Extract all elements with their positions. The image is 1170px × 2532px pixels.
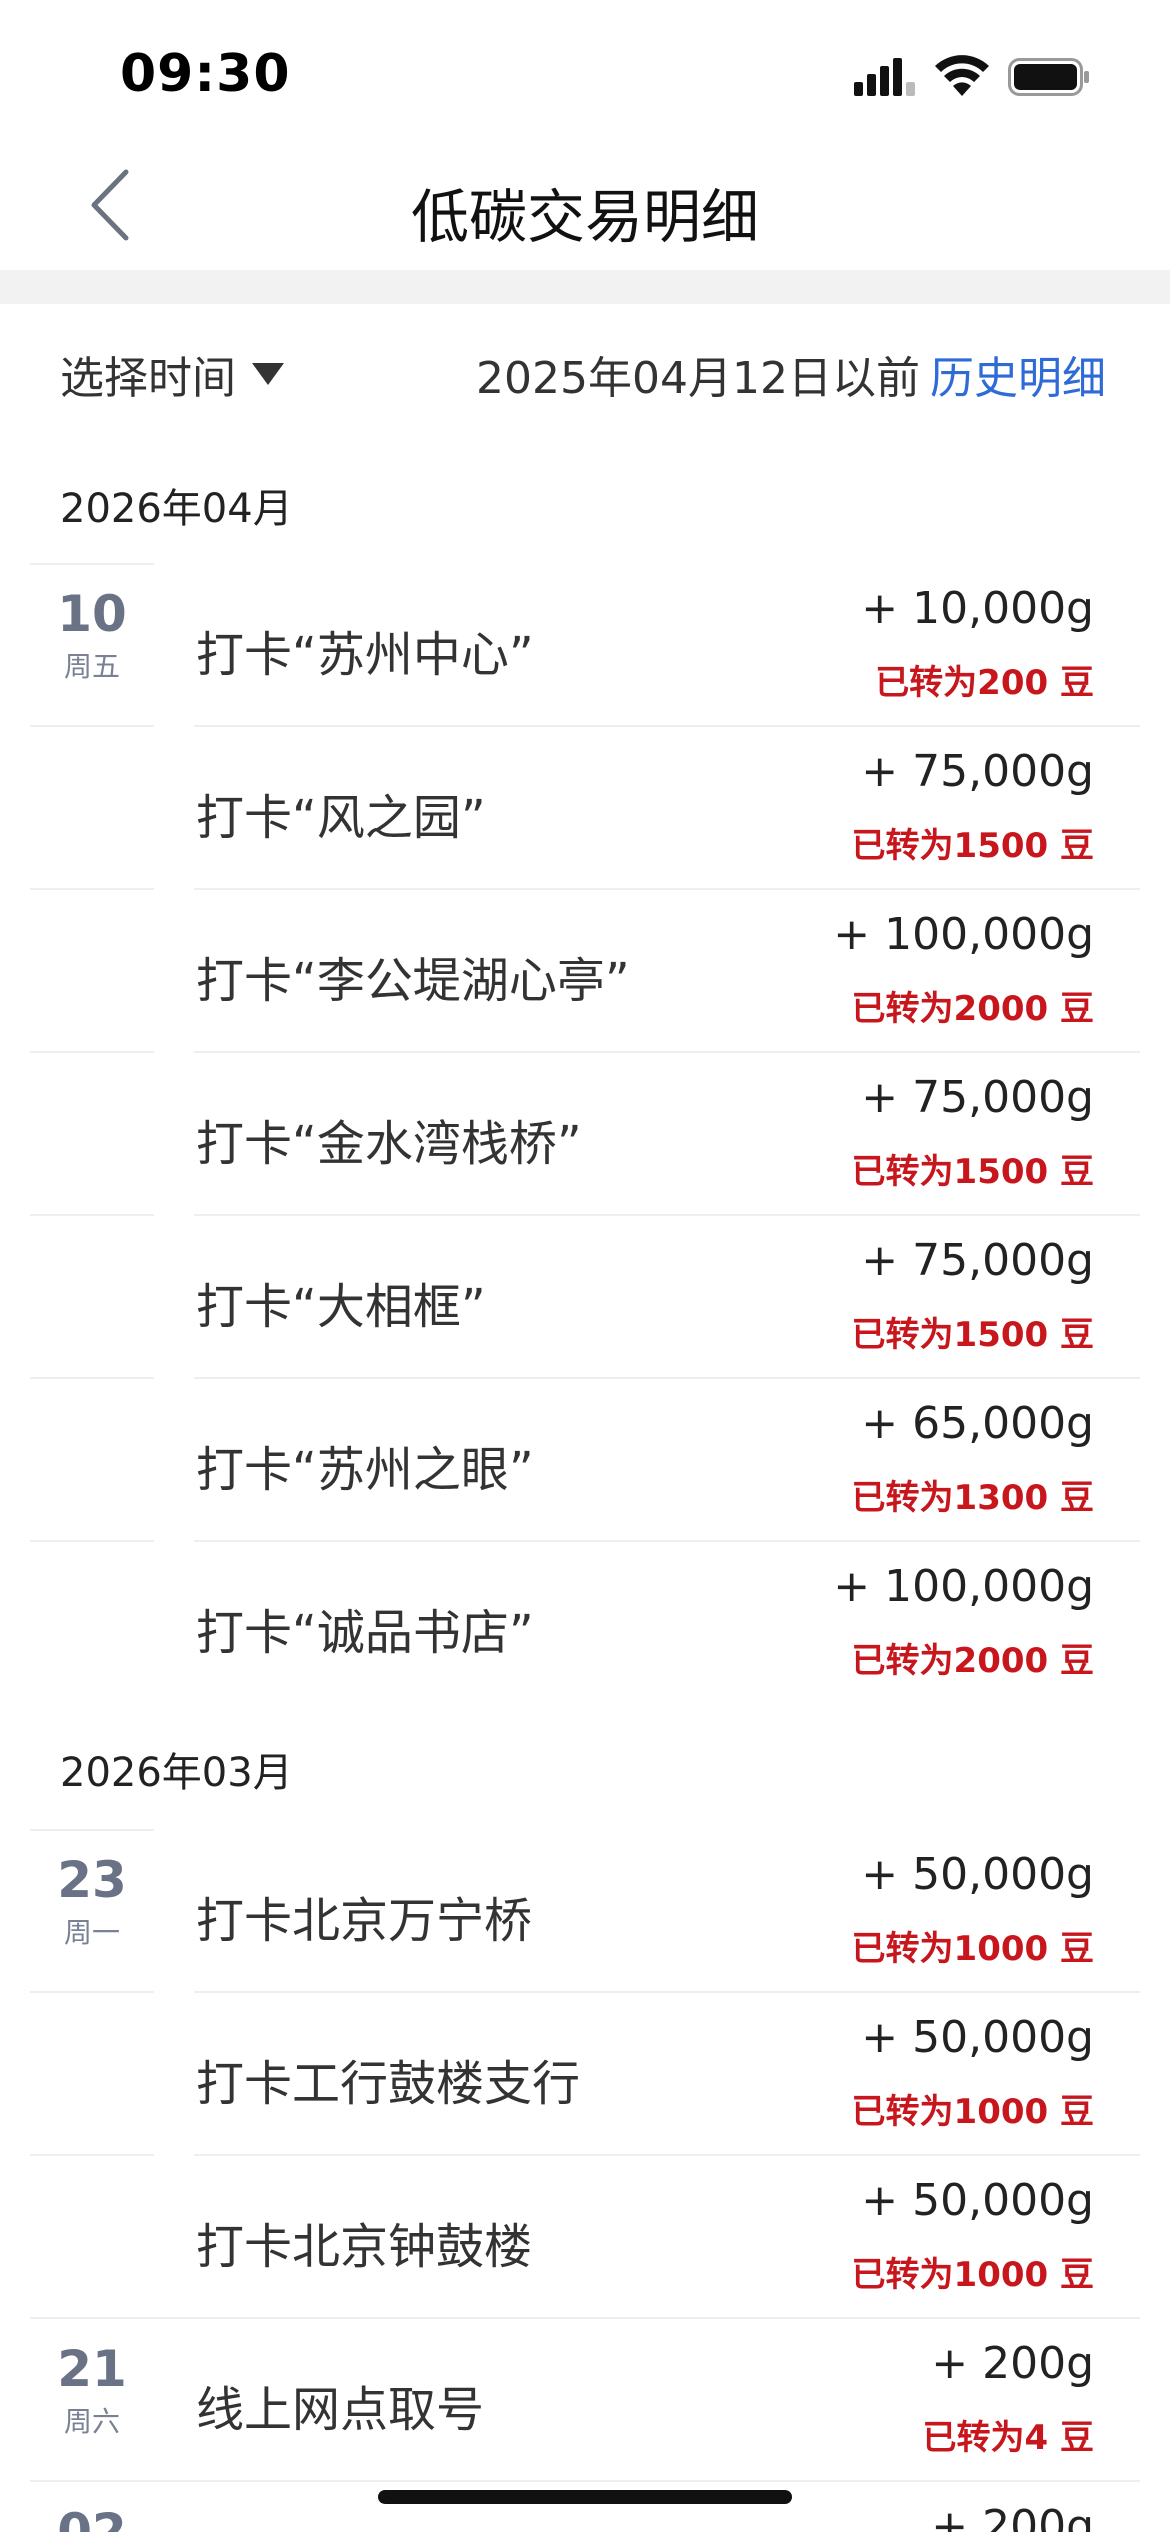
- transaction-title: 打卡工行鼓楼支行: [196, 2056, 581, 2112]
- date-column: 23 周一: [30, 1829, 154, 1991]
- transaction-amount: + 200g: [931, 2501, 1094, 2532]
- transaction-title: 打卡北京万宁桥: [196, 1893, 533, 1949]
- transaction-title: 打卡“诚品书店”: [196, 1605, 534, 1661]
- converted-beans: 已转为1000 豆: [851, 1929, 1094, 1969]
- date-column: 02: [30, 2481, 154, 2532]
- transaction-row[interactable]: 打卡“李公堤湖心亭” + 100,000g 已转为2000 豆: [0, 889, 1170, 1053]
- transaction-amount: + 100,000g: [833, 909, 1094, 960]
- status-bar: 09:30: [0, 0, 1170, 140]
- transaction-list-2026-03: 23 周一 打卡北京万宁桥 + 50,000g 已转为1000 豆 打卡工行鼓楼…: [0, 1829, 1170, 2532]
- date-column: 21 周六: [30, 2318, 154, 2480]
- transaction-list-2026-04: 10 周五 打卡“苏州中心” + 10,000g 已转为200 豆 打卡“风之园…: [0, 563, 1170, 1704]
- filter-row: 选择时间 2025年04月12日以前 历史明细: [0, 330, 1170, 410]
- converted-beans: 已转为1300 豆: [851, 1478, 1094, 1518]
- weekday-label: 周一: [63, 1916, 120, 1949]
- transaction-amount: + 65,000g: [861, 1398, 1094, 1449]
- transaction-title: 打卡“李公堤湖心亭”: [196, 953, 630, 1009]
- converted-beans: 已转为2000 豆: [851, 1641, 1094, 1681]
- converted-beans: 已转为2000 豆: [851, 989, 1094, 1029]
- transaction-amount: + 10,000g: [861, 583, 1094, 634]
- history-detail-link[interactable]: 历史明细: [930, 353, 1106, 404]
- transaction-title: 打卡“金水湾栈桥”: [196, 1116, 582, 1172]
- transaction-row[interactable]: 打卡工行鼓楼支行 + 50,000g 已转为1000 豆: [0, 1992, 1170, 2156]
- cellular-signal-icon: [854, 58, 915, 96]
- transaction-row[interactable]: 10 周五 打卡“苏州中心” + 10,000g 已转为200 豆: [0, 563, 1170, 727]
- month-header: 2026年04月: [60, 486, 293, 532]
- transaction-row[interactable]: 打卡“风之园” + 75,000g 已转为1500 豆: [0, 726, 1170, 890]
- transaction-amount: + 50,000g: [861, 2012, 1094, 2063]
- transaction-row[interactable]: 21 周六 线上网点取号 + 200g 已转为4 豆: [0, 2318, 1170, 2482]
- history-filter: 2025年04月12日以前 历史明细: [476, 342, 1106, 406]
- transaction-amount: + 75,000g: [861, 746, 1094, 797]
- converted-beans: 已转为200 豆: [875, 663, 1094, 703]
- converted-beans: 已转为1500 豆: [851, 1315, 1094, 1355]
- day-number: 10: [57, 585, 127, 643]
- converted-beans: 已转为1000 豆: [851, 2092, 1094, 2132]
- nav-bar: 低碳交易明细: [0, 140, 1170, 270]
- transaction-amount: + 100,000g: [833, 1561, 1094, 1612]
- time-select-dropdown[interactable]: 选择时间: [60, 342, 284, 406]
- transaction-amount: + 75,000g: [861, 1072, 1094, 1123]
- history-cutoff-note: 2025年04月12日以前: [476, 353, 920, 404]
- transaction-row[interactable]: 打卡“诚品书店” + 100,000g 已转为2000 豆: [0, 1541, 1170, 1704]
- transaction-row[interactable]: 打卡“苏州之眼” + 65,000g 已转为1300 豆: [0, 1378, 1170, 1542]
- converted-beans: 已转为1500 豆: [851, 826, 1094, 866]
- transaction-title: 线上网点取号: [196, 2382, 485, 2438]
- day-number: 21: [57, 2340, 127, 2398]
- transaction-amount: + 50,000g: [861, 2175, 1094, 2226]
- converted-beans: 已转为4 豆: [922, 2418, 1095, 2458]
- transaction-title: 打卡“风之园”: [196, 790, 486, 846]
- day-number: 23: [57, 1851, 127, 1909]
- transaction-title: 打卡北京钟鼓楼: [196, 2219, 533, 2275]
- battery-icon: [1008, 58, 1089, 96]
- section-divider: [0, 270, 1170, 304]
- weekday-label: 周五: [63, 650, 120, 683]
- transaction-amount: + 200g: [931, 2338, 1094, 2389]
- transaction-title: 打卡“苏州之眼”: [196, 1442, 534, 1498]
- converted-beans: 已转为1500 豆: [851, 1152, 1094, 1192]
- transaction-title: 打卡“大相框”: [196, 1279, 486, 1335]
- screen: 09:30 低碳交易明细 选择时间 2025年04月12日以前 历史明细 202…: [0, 0, 1170, 2532]
- wifi-icon: [935, 55, 989, 96]
- page-title: 低碳交易明细: [410, 183, 759, 251]
- time-select-label: 选择时间: [60, 353, 236, 404]
- transaction-row[interactable]: 打卡“大相框” + 75,000g 已转为1500 豆: [0, 1215, 1170, 1379]
- transaction-row[interactable]: 23 周一 打卡北京万宁桥 + 50,000g 已转为1000 豆: [0, 1829, 1170, 1993]
- transaction-row[interactable]: 打卡“金水湾栈桥” + 75,000g 已转为1500 豆: [0, 1052, 1170, 1216]
- transaction-title: 打卡“苏州中心”: [196, 627, 534, 683]
- converted-beans: 已转为1000 豆: [851, 2255, 1094, 2295]
- day-number: 02: [57, 2503, 127, 2532]
- caret-down-icon: [252, 363, 284, 385]
- transaction-amount: + 75,000g: [861, 1235, 1094, 1286]
- weekday-label: 周六: [63, 2405, 120, 2438]
- transaction-row[interactable]: 打卡北京钟鼓楼 + 50,000g 已转为1000 豆: [0, 2155, 1170, 2319]
- home-indicator[interactable]: [378, 2490, 792, 2504]
- date-column: 10 周五: [30, 563, 154, 725]
- status-time: 09:30: [120, 44, 291, 104]
- transaction-amount: + 50,000g: [861, 1849, 1094, 1900]
- transaction-row[interactable]: 02 + 200g: [0, 2481, 1170, 2532]
- month-header: 2026年03月: [60, 1750, 293, 1796]
